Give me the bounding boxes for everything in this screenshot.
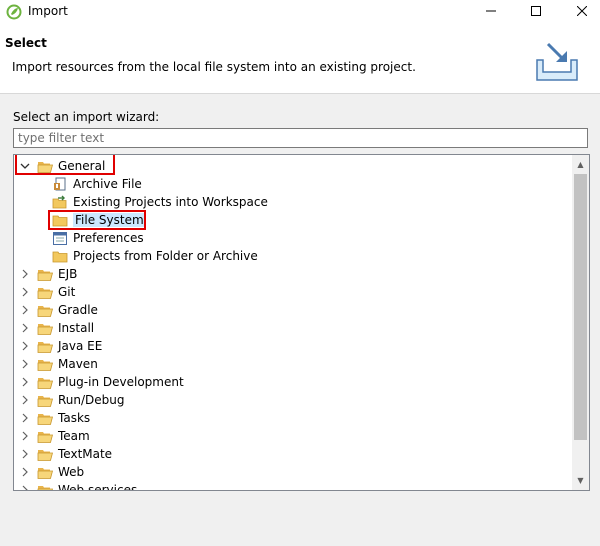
tree-scrollbar[interactable]: ▲ ▼ [572, 155, 589, 490]
folder-icon [37, 303, 53, 317]
chevron-right-icon[interactable] [19, 484, 31, 490]
close-icon [577, 6, 587, 16]
highlight-box-file-system [48, 210, 146, 230]
spring-leaf-icon [6, 4, 22, 20]
import-wizard-banner-icon [536, 42, 578, 81]
tree-item-team[interactable]: Team [19, 427, 90, 445]
tree-item-label: TextMate [58, 447, 113, 461]
folder-icon [37, 429, 53, 443]
tree-item-archive-file[interactable]: Archive File [52, 175, 142, 193]
wizard-tree[interactable]: General Archive File Existing Projects i… [13, 154, 590, 491]
folder-icon [37, 411, 53, 425]
tree-item-web-services[interactable]: Web services [19, 481, 138, 491]
tree-item-label: Install [58, 321, 95, 335]
tree-item-install[interactable]: Install [19, 319, 94, 337]
tree-item-label: Git [58, 285, 76, 299]
chevron-right-icon[interactable] [19, 322, 31, 334]
window-title: Import [28, 4, 68, 18]
tree-item-run-debug[interactable]: Run/Debug [19, 391, 125, 409]
folder-icon [37, 339, 53, 353]
existing-projects-icon [52, 195, 68, 209]
chevron-right-icon[interactable] [19, 358, 31, 370]
tree-item-git[interactable]: Git [19, 283, 75, 301]
page-title: Select [5, 36, 47, 50]
tree-item-label: Projects from Folder or Archive [73, 249, 258, 263]
minimize-button[interactable] [471, 0, 511, 22]
tree-item-tasks[interactable]: Tasks [19, 409, 90, 427]
archive-file-icon [52, 177, 68, 191]
tree-item-label: Web [58, 465, 85, 479]
chevron-right-icon[interactable] [19, 430, 31, 442]
tree-item-ejb[interactable]: EJB [19, 265, 77, 283]
folder-icon [37, 375, 53, 389]
tree-item-label: Run/Debug [58, 393, 125, 407]
tree-item-label: Tasks [58, 411, 91, 425]
tree-item-existing-projects[interactable]: Existing Projects into Workspace [52, 193, 268, 211]
tree-item-label: Gradle [58, 303, 98, 317]
maximize-button[interactable] [516, 0, 556, 22]
title-bar: Import [0, 0, 600, 24]
folder-icon [37, 321, 53, 335]
folder-icon [37, 267, 53, 281]
chevron-right-icon[interactable] [19, 394, 31, 406]
tree-item-maven[interactable]: Maven [19, 355, 98, 373]
tree-item-preferences[interactable]: Preferences [52, 229, 144, 247]
folder-icon [37, 393, 53, 407]
tree-item-projects-from-folder[interactable]: Projects from Folder or Archive [52, 247, 258, 265]
minimize-icon [486, 10, 496, 12]
tree-item-gradle[interactable]: Gradle [19, 301, 98, 319]
folder-icon [37, 483, 53, 490]
tree-item-java-ee[interactable]: Java EE [19, 337, 102, 355]
folder-icon [37, 465, 53, 479]
scroll-up-icon[interactable]: ▲ [572, 156, 589, 173]
chevron-right-icon[interactable] [19, 286, 31, 298]
folder-icon [37, 447, 53, 461]
maximize-icon [531, 6, 541, 16]
tree-item-label: Existing Projects into Workspace [73, 195, 268, 209]
tree-item-label: Java EE [58, 339, 103, 353]
tree-item-web[interactable]: Web [19, 463, 84, 481]
folder-icon [37, 285, 53, 299]
tree-item-label: Web services [58, 483, 138, 491]
chevron-right-icon[interactable] [19, 304, 31, 316]
scroll-down-icon[interactable]: ▼ [572, 472, 589, 489]
tree-item-label: Preferences [73, 231, 144, 245]
tree-item-label: Team [58, 429, 90, 443]
chevron-right-icon[interactable] [19, 412, 31, 424]
highlight-box-general [15, 155, 115, 175]
chevron-right-icon[interactable] [19, 340, 31, 352]
filter-input[interactable] [13, 128, 588, 148]
chevron-right-icon[interactable] [19, 268, 31, 280]
tree-item-label: EJB [58, 267, 78, 281]
close-button[interactable] [562, 0, 600, 22]
folder-icon [37, 357, 53, 371]
import-wizard-label: Select an import wizard: [13, 110, 160, 124]
tree-item-label: Maven [58, 357, 98, 371]
page-description: Import resources from the local file sys… [12, 60, 416, 74]
chevron-right-icon[interactable] [19, 448, 31, 460]
tree-item-textmate[interactable]: TextMate [19, 445, 112, 463]
chevron-right-icon[interactable] [19, 466, 31, 478]
chevron-right-icon[interactable] [19, 376, 31, 388]
tree-item-label: Archive File [73, 177, 142, 191]
tree-item-label: Plug-in Development [58, 375, 184, 389]
preferences-icon [52, 231, 68, 245]
tree-item-plug-in-development[interactable]: Plug-in Development [19, 373, 184, 391]
scrollbar-thumb[interactable] [574, 174, 587, 440]
folder-icon [52, 249, 68, 263]
wizard-header: Select Import resources from the local f… [0, 24, 600, 94]
